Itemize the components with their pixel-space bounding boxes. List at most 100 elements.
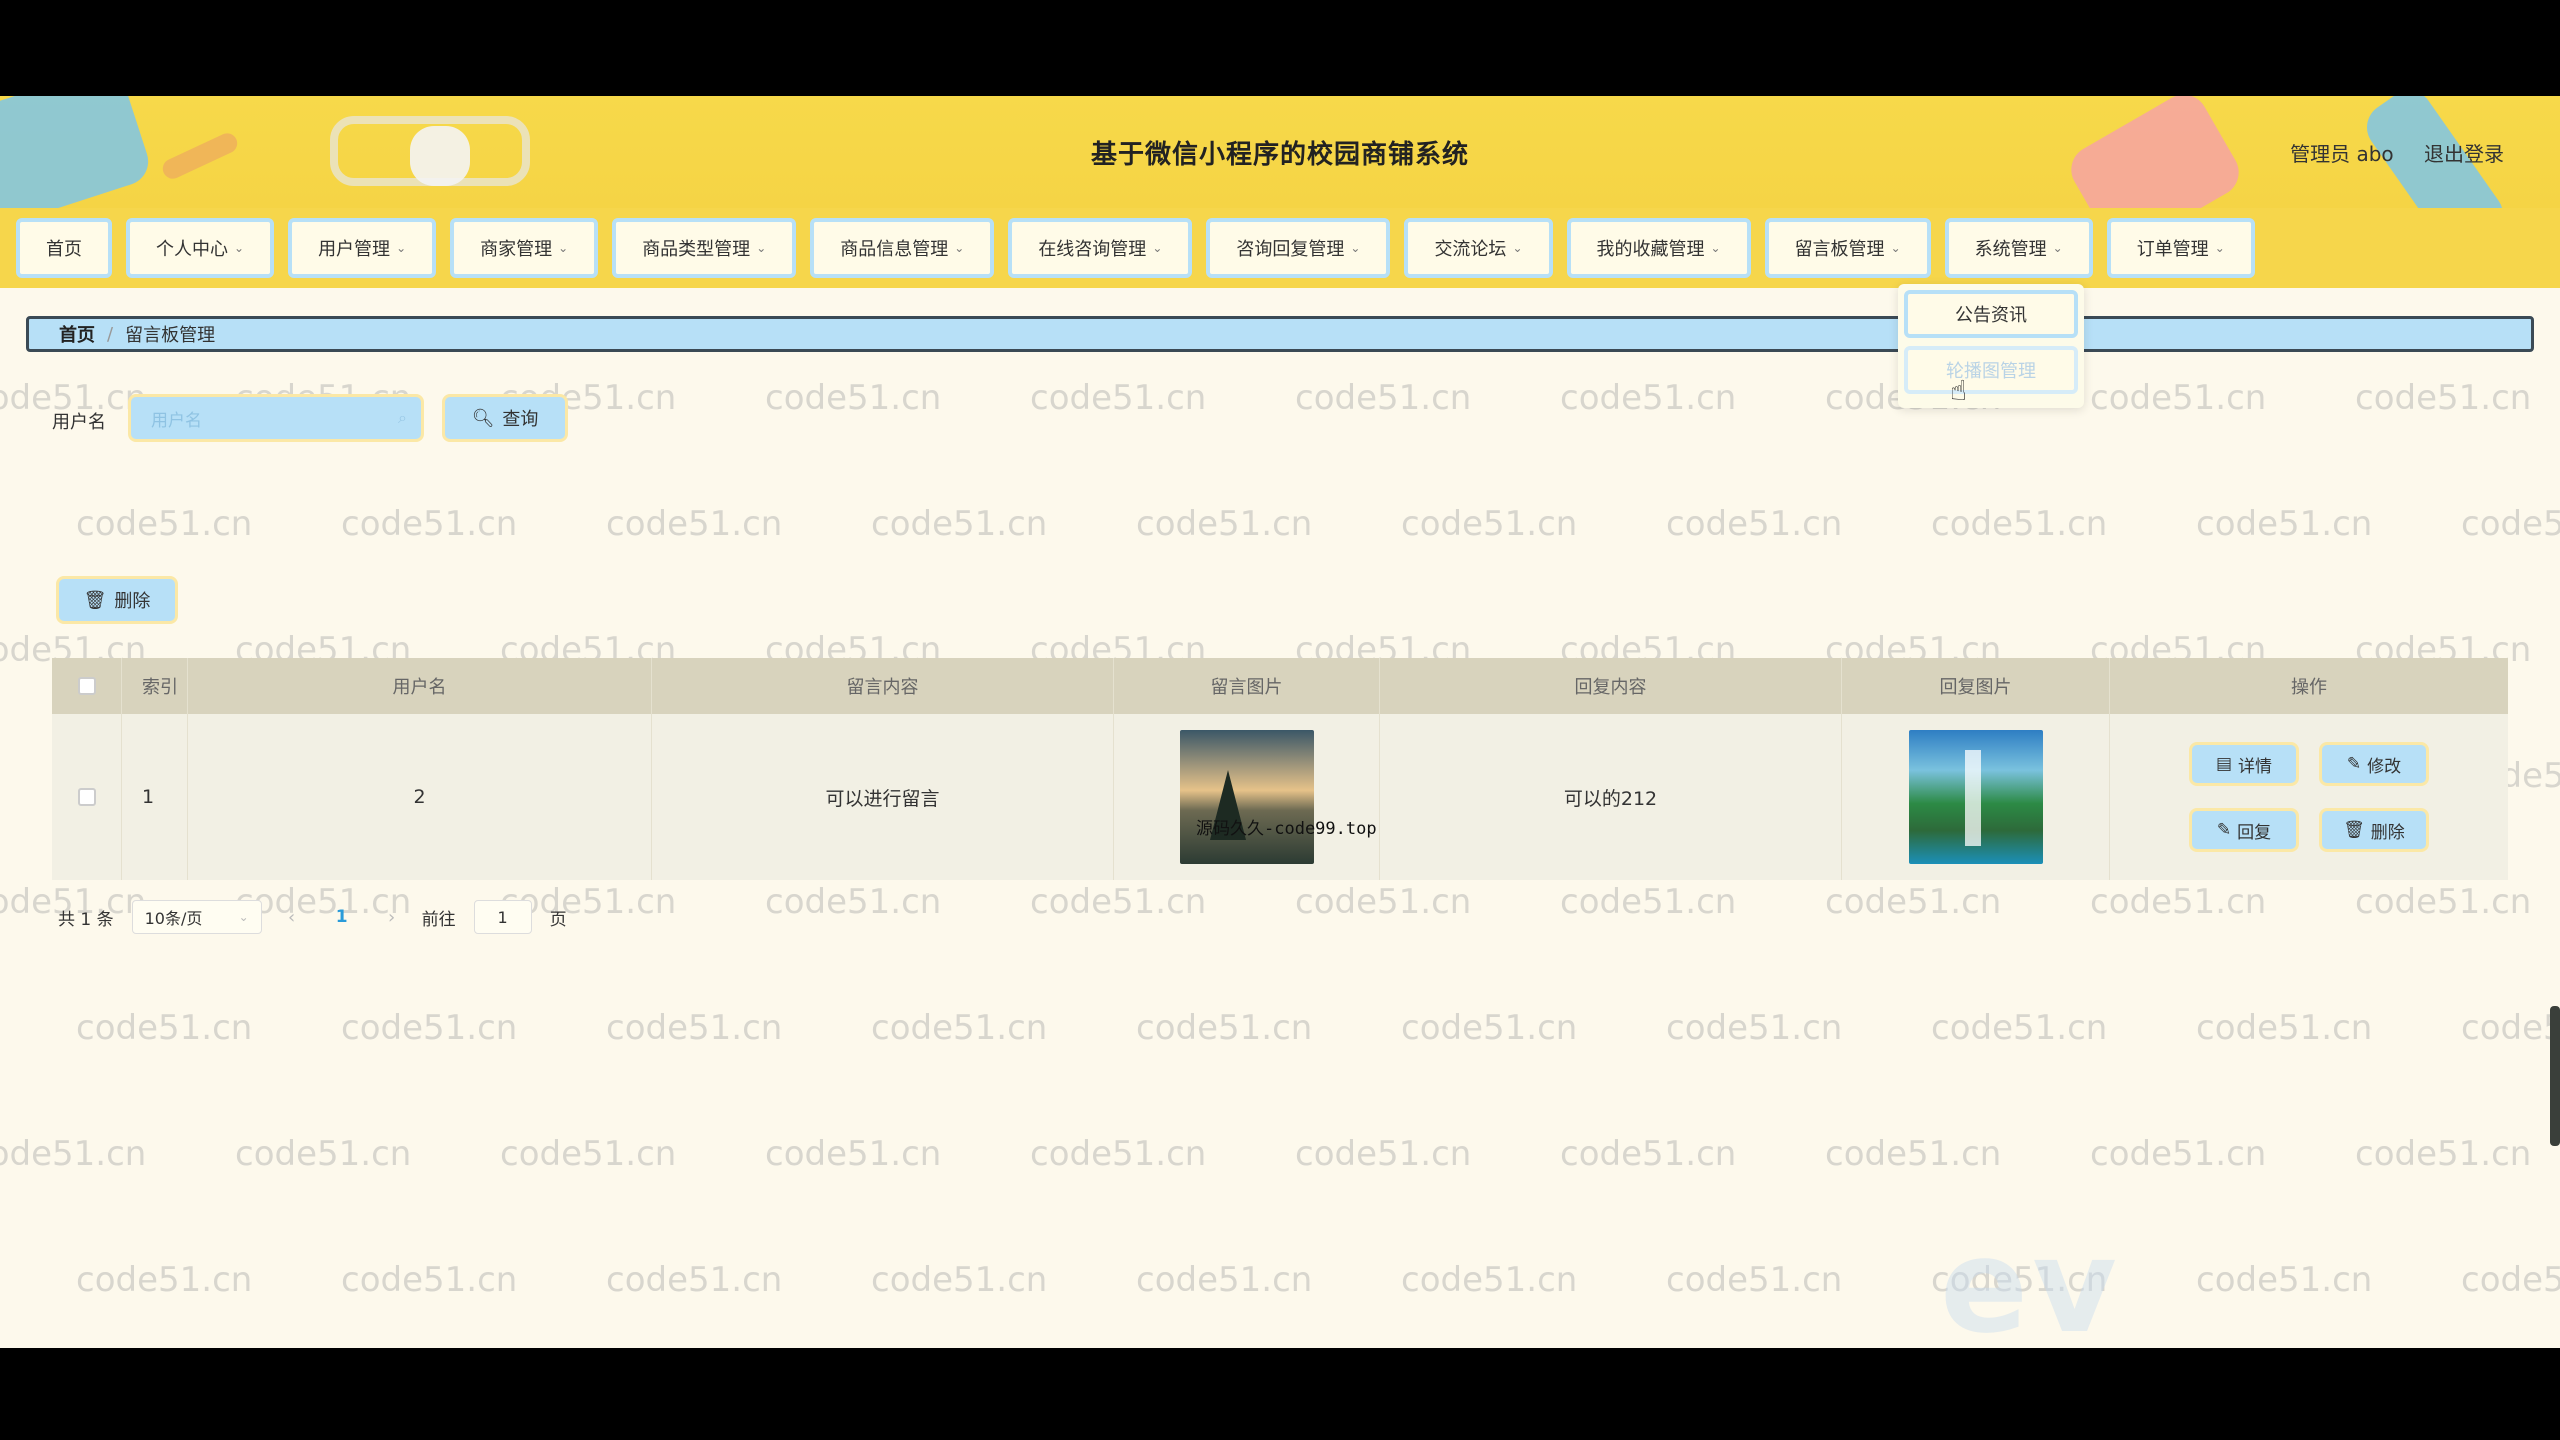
app-title: 基于微信小程序的校园商铺系统 (1090, 140, 1469, 170)
watermark-text: code51.cn (235, 1134, 412, 1174)
row-delete-label: 删除 (2370, 822, 2405, 843)
nav-item-consult-reply[interactable]: 咨询回复管理 ⌄ (1206, 218, 1391, 278)
message-table: 索引 用户名 留言内容 留言图片 回复内容 回复图片 操作 1 2 可以进行留言… (52, 658, 2508, 880)
nav-item-merchants[interactable]: 商家管理 ⌄ (450, 218, 599, 278)
nav-item-products[interactable]: 商品信息管理 ⌄ (810, 218, 995, 278)
goto-label: 前往 (421, 909, 456, 930)
nav-label: 留言板管理 (1794, 239, 1885, 260)
search-icon: ⌕ (398, 408, 407, 427)
nav-item-home[interactable]: 首页 (16, 218, 112, 278)
menu-item-announcements[interactable]: 公告资讯 (1904, 290, 2078, 338)
detail-button[interactable]: ▤ 详情 (2189, 742, 2299, 786)
header-message: 留言内容 (652, 658, 1114, 714)
watermark-text: code51.cn (606, 1260, 783, 1300)
nav-item-orders[interactable]: 订单管理 ⌄ (2106, 218, 2255, 278)
page-number[interactable]: 1 (322, 907, 362, 927)
breadcrumb-home[interactable]: 首页 (59, 321, 95, 347)
watermark-text: code51.cn (341, 1008, 518, 1048)
nav-item-product-types[interactable]: 商品类型管理 ⌄ (612, 218, 797, 278)
header-reply: 回复内容 (1380, 658, 1842, 714)
pagination: 共 1 条 10条/页 ⌄ ‹ 1 › 前往 1 页 (58, 900, 567, 934)
watermark-text: code51.cn (2355, 882, 2532, 922)
watermark-text: code51.cn (1136, 504, 1313, 544)
app-viewport: code51.cn code51.cn code51.cn code51.cn code… (0, 96, 2560, 1348)
edit-icon: ✎ (2216, 820, 2232, 840)
message-image[interactable] (1179, 730, 1314, 864)
watermark-text: code51.cn (1666, 1260, 1843, 1300)
watermark-text: code51.cn (341, 1260, 518, 1300)
page-size-select[interactable]: 10条/页 ⌄ (131, 900, 262, 934)
watermark-text: code51.cn (1560, 1134, 1737, 1174)
breadcrumb: 首页 / 留言板管理 (26, 316, 2534, 352)
watermark-text: code51.cn (2461, 1008, 2560, 1048)
watermark-text: code51.cn (1825, 1134, 2002, 1174)
nav-label: 商品信息管理 (840, 239, 949, 260)
nav-label: 咨询回复管理 (1236, 239, 1345, 260)
header-reply-image: 回复图片 (1842, 658, 2110, 714)
watermark-text: code51.cn (2196, 1260, 2373, 1300)
row-index: 1 (122, 714, 188, 880)
watermark-text: code51.cn (1401, 1008, 1578, 1048)
logout-button[interactable]: 退出登录 (2424, 142, 2504, 166)
search-button[interactable]: 🔍︎ 查询 (442, 394, 568, 442)
nav-item-messageboard[interactable]: 留言板管理 ⌄ (1764, 218, 1931, 278)
prev-page-icon[interactable]: ‹ (280, 907, 304, 928)
watermark-text: code51.cn (0, 1134, 147, 1174)
search-button-label: 查询 (502, 409, 539, 430)
watermark-text: code51.cn (1136, 1260, 1313, 1300)
table-header: 索引 用户名 留言内容 留言图片 回复内容 回复图片 操作 (52, 658, 2508, 714)
breadcrumb-current: 留言板管理 (125, 325, 216, 346)
nav-label: 商家管理 (480, 239, 553, 260)
row-delete-button[interactable]: 🗑︎ 删除 (2319, 808, 2429, 852)
reply-label: 回复 (2237, 822, 2272, 843)
watermark-text: code51.cn (76, 504, 253, 544)
watermark-text: code51.cn (2090, 882, 2267, 922)
nav-item-forum[interactable]: 交流论坛 ⌄ (1404, 218, 1553, 278)
header-username: 用户名 (188, 658, 652, 714)
user-info: 管理员 abo 退出登录 (2266, 138, 2504, 167)
watermark-text: code51.cn (2461, 1260, 2560, 1300)
select-all-checkbox[interactable] (77, 677, 96, 695)
next-page-icon[interactable]: › (380, 907, 404, 928)
reply-image[interactable] (1908, 730, 2043, 864)
reply-button[interactable]: ✎ 回复 (2189, 808, 2299, 852)
search-icon: 🔍︎ (471, 407, 495, 429)
row-reply: 可以的212 (1380, 714, 1842, 880)
system-dropdown-menu: 公告资讯 轮播图管理 (1898, 284, 2084, 408)
nav-label: 我的收藏管理 (1596, 239, 1705, 260)
chevron-down-icon: ⌄ (1152, 241, 1163, 255)
app-header: 基于微信小程序的校园商铺系统 管理员 abo 退出登录 (0, 96, 2560, 208)
nav-label: 交流论坛 (1434, 239, 1507, 260)
watermark-text: code51.cn (341, 504, 518, 544)
row-actions: ▤ 详情 ✎ 修改 ✎ 回复 🗑︎ 删除 (2110, 714, 2508, 880)
watermark-text: code51.cn (765, 378, 942, 418)
username-search-input[interactable]: 用户名 ⌕ (128, 394, 424, 442)
watermark-text: code51.cn (1666, 504, 1843, 544)
nav-item-profile[interactable]: 个人中心 ⌄ (126, 218, 275, 278)
watermark-text: code51.cn (1401, 504, 1578, 544)
batch-delete-button[interactable]: 🗑︎ 删除 (56, 576, 178, 624)
chevron-down-icon: ⌄ (1512, 241, 1523, 255)
watermark-text: code51.cn (871, 504, 1048, 544)
goto-page-input[interactable]: 1 (473, 900, 532, 934)
header-select-all[interactable] (52, 658, 122, 714)
trash-icon: 🗑︎ (2343, 820, 2365, 840)
watermark-text: code51.cn (76, 1008, 253, 1048)
edit-button[interactable]: ✎ 修改 (2319, 742, 2429, 786)
nav-label: 系统管理 (1974, 239, 2047, 260)
watermark-text: code51.cn (500, 1134, 677, 1174)
watermark-text: code51.cn (871, 1260, 1048, 1300)
nav-item-system[interactable]: 系统管理 ⌄ (1944, 218, 2093, 278)
scrollbar[interactable] (2550, 1006, 2560, 1146)
watermark-text: code51.cn (1931, 1008, 2108, 1048)
nav-item-consult[interactable]: 在线咨询管理 ⌄ (1008, 218, 1193, 278)
menu-item-carousel[interactable]: 轮播图管理 (1904, 346, 2078, 394)
search-placeholder: 用户名 (151, 410, 202, 431)
row-select[interactable] (52, 714, 122, 880)
row-checkbox[interactable] (77, 788, 96, 806)
chevron-down-icon: ⌄ (234, 241, 245, 255)
watermark-text: code51.cn (606, 504, 783, 544)
nav-item-users[interactable]: 用户管理 ⌄ (288, 218, 437, 278)
watermark-text: code51.cn (606, 1008, 783, 1048)
nav-item-favorites[interactable]: 我的收藏管理 ⌄ (1566, 218, 1751, 278)
